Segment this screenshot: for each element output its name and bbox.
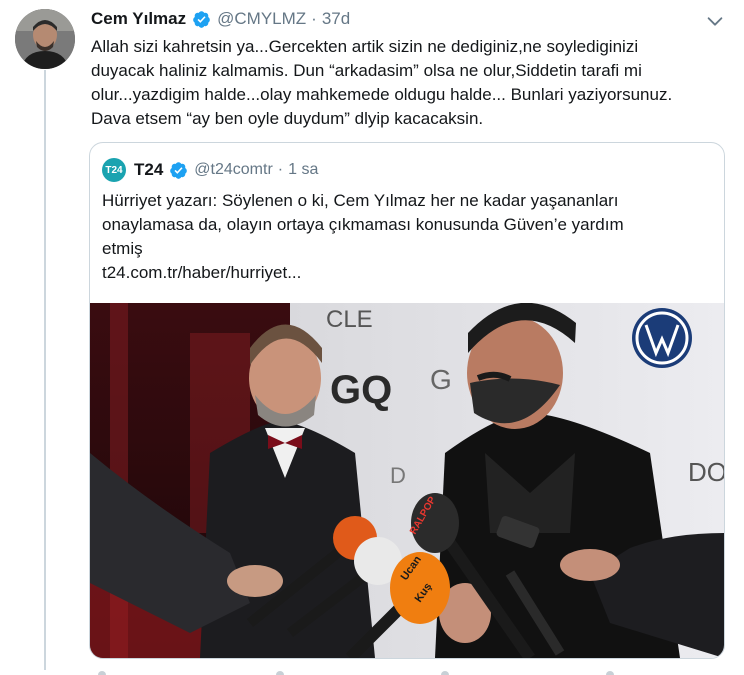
quoted-tweet-header: T24 T24 @t24comtr · 1 sa <box>102 158 318 182</box>
header-separator: · <box>277 161 284 178</box>
vw-logo <box>632 308 692 368</box>
quoted-tweet-time[interactable]: 1 sa <box>288 161 318 179</box>
verified-badge-icon <box>170 161 188 179</box>
quoted-link[interactable]: t24.com.tr/haber/hurriyet... <box>102 261 712 285</box>
quoted-tweet-text: Hürriyet yazarı: Söylenen o ki, Cem Yılm… <box>102 189 712 285</box>
avatar-image <box>15 9 75 69</box>
author-name[interactable]: Cem Yılmaz <box>91 9 186 29</box>
quoted-author-handle[interactable]: @t24comtr <box>194 161 272 179</box>
t24-logo: T24 <box>102 158 126 182</box>
tweet-actions-partial <box>98 671 614 675</box>
tweet-header: Cem Yılmaz @CMYLMZ · 37d <box>91 7 350 31</box>
quoted-text-line: Hürriyet yazarı: Söylenen o ki, Cem Yılm… <box>102 191 619 210</box>
news-photo[interactable]: CLE GQ G DO D Ucan Kuş RALPOP <box>90 303 724 658</box>
tweet-text-line: olur...yazdigim halde...olay mahkemede o… <box>91 85 673 104</box>
chevron-down-icon[interactable] <box>704 10 726 32</box>
quoted-text-line: onaylamasa da, olayın ortaya çıkmaması k… <box>102 215 624 234</box>
tweet-text: Allah sizi kahretsin ya...Gercekten arti… <box>91 35 731 131</box>
verified-badge-icon <box>193 10 210 28</box>
thread-line <box>44 70 46 670</box>
backdrop-gq-logo: GQ <box>330 368 392 412</box>
backdrop-text: DO <box>688 457 724 487</box>
avatar[interactable] <box>15 9 75 69</box>
quoted-author-name[interactable]: T24 <box>134 160 163 180</box>
backdrop-text: CLE <box>326 306 373 333</box>
tweet-text-line: Dava etsem “ay ben oyle duydum” dlyip ka… <box>91 109 484 128</box>
tweet-time[interactable]: 37d <box>322 9 350 29</box>
backdrop-text: G <box>430 364 452 395</box>
tweet-text-line: duyacak haliniz kalmamis. Dun “arkadasim… <box>91 61 642 80</box>
backdrop-text: D <box>390 463 406 488</box>
header-separator: · <box>311 9 317 28</box>
author-handle[interactable]: @CMYLMZ <box>217 9 306 29</box>
tweet-text-line: Allah sizi kahretsin ya...Gercekten arti… <box>91 37 639 56</box>
quoted-text-line: etmiş <box>102 239 143 258</box>
quoted-tweet[interactable]: T24 T24 @t24comtr · 1 sa Hürriyet yazarı… <box>89 142 725 659</box>
